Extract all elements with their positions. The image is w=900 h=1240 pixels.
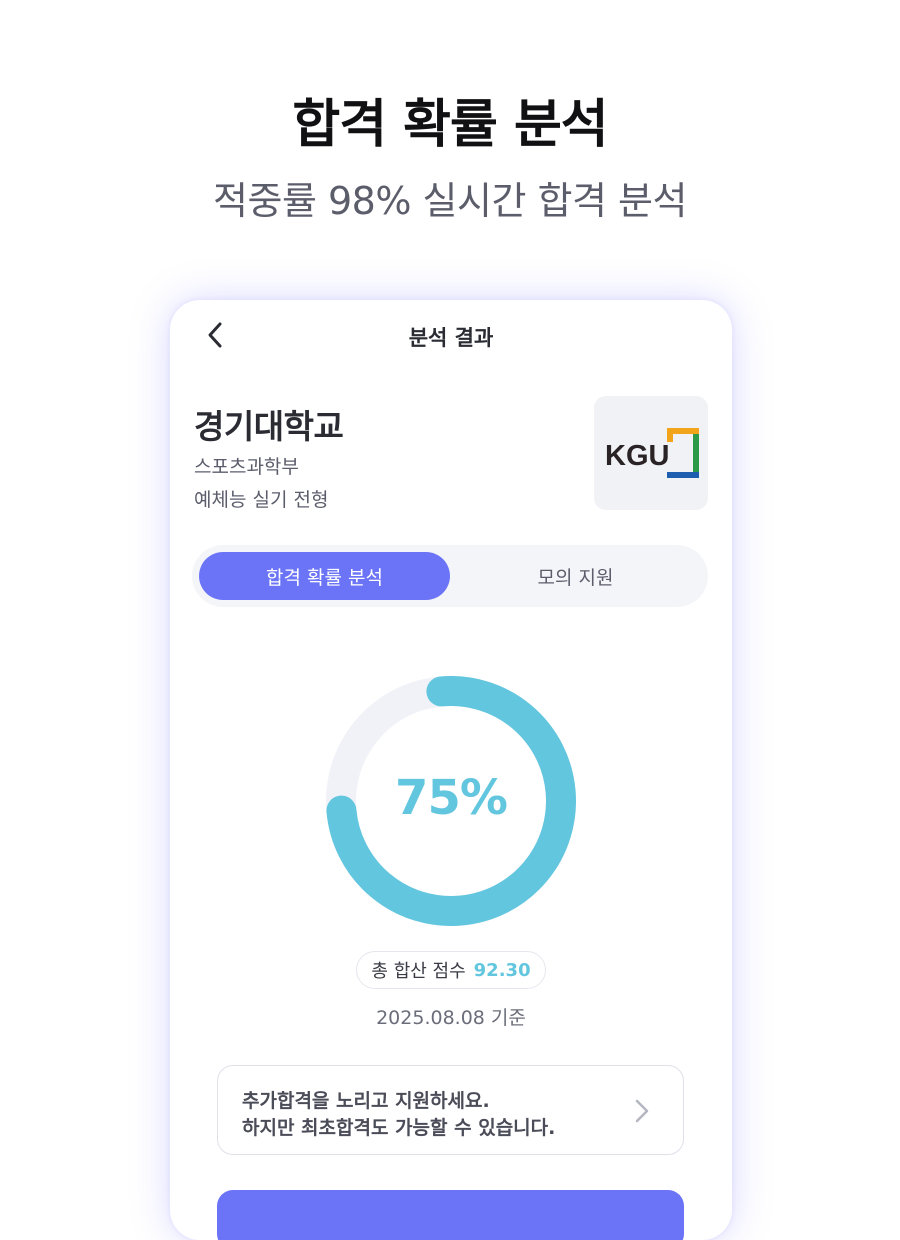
tab-mock-application[interactable]: 모의 지원 bbox=[450, 552, 701, 600]
score-label: 총 합산 점수 bbox=[371, 961, 466, 982]
reference-date: 2025.08.08 기준 bbox=[376, 1007, 526, 1029]
advice-line-1: 추가합격을 노리고 지원하세요. bbox=[242, 1090, 490, 1112]
admission-track: 예체능 실기 전형 bbox=[194, 489, 329, 511]
segmented-control: 합격 확률 분석 모의 지원 bbox=[192, 545, 708, 607]
primary-action-button[interactable] bbox=[217, 1190, 684, 1240]
advice-line-2: 하지만 최초합격도 가능할 수 있습니다. bbox=[242, 1117, 556, 1139]
school-name: 경기대학교 bbox=[194, 407, 344, 446]
logo-text: KGU bbox=[605, 440, 669, 472]
screen-title: 분석 결과 bbox=[408, 326, 494, 350]
hero-title: 합격 확률 분석 bbox=[292, 95, 608, 155]
tab-probability-analysis[interactable]: 합격 확률 분석 bbox=[199, 552, 450, 600]
school-department: 스포츠과학부 bbox=[194, 456, 299, 478]
probability-value: 75% bbox=[395, 770, 508, 826]
score-value: 92.30 bbox=[473, 959, 531, 981]
chevron-right-icon bbox=[635, 1099, 649, 1123]
advice-card[interactable]: 추가합격을 노리고 지원하세요. 하지만 최초합격도 가능할 수 있습니다. bbox=[217, 1065, 684, 1155]
phone-screen: 분석 결과 경기대학교 스포츠과학부 예체능 실기 전형 KGU 합격 확률 분… bbox=[170, 300, 732, 1240]
school-logo: KGU bbox=[594, 396, 708, 510]
total-score-badge: 총 합산 점수 92.30 bbox=[356, 951, 546, 989]
hero-subtitle: 적중률 98% 실시간 합격 분석 bbox=[213, 179, 687, 223]
